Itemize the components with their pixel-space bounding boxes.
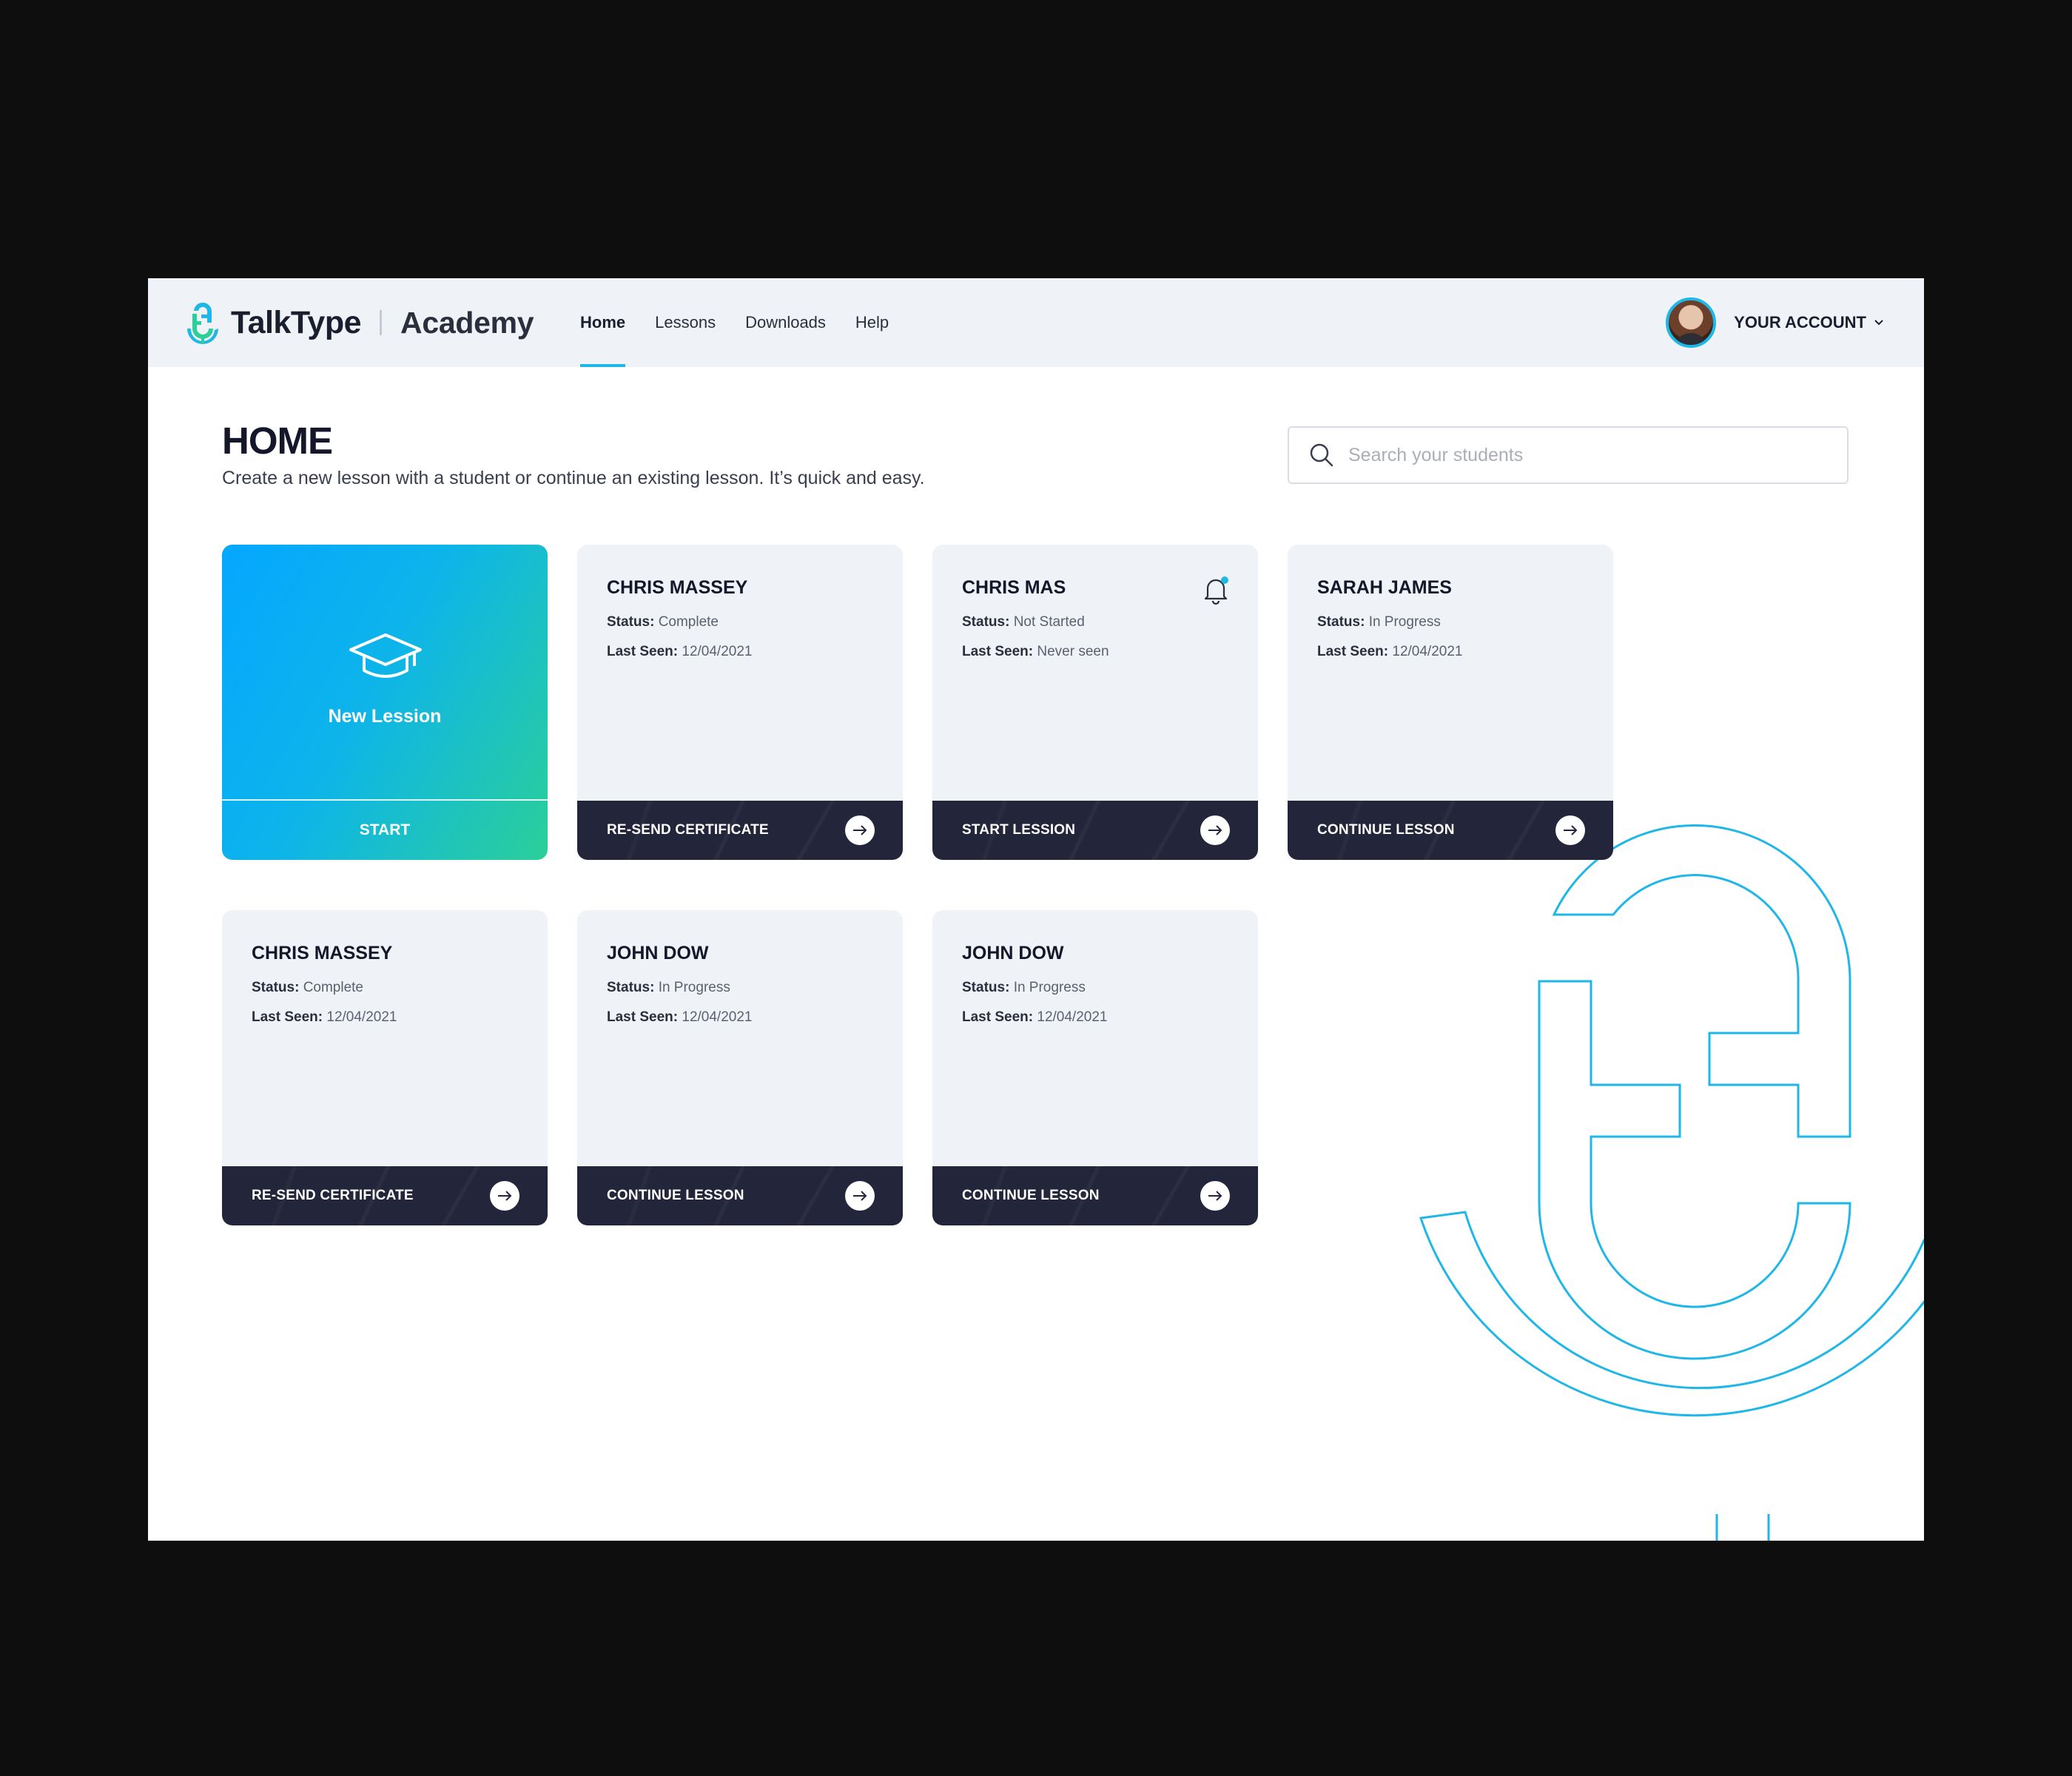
- arrow-right-icon[interactable]: [845, 1181, 875, 1211]
- student-name: SARAH JAMES: [1317, 577, 1452, 598]
- card-action-label: RE-SEND CERTIFICATE: [607, 822, 769, 838]
- student-card: CHRIS MASSEY Status: Complete Last Seen:…: [577, 545, 903, 860]
- last-seen-value: Never seen: [1037, 644, 1109, 659]
- status-value: In Progress: [1013, 980, 1086, 995]
- student-status: Status: Not Started: [962, 614, 1085, 630]
- student-last-seen: Last Seen: 12/04/2021: [607, 644, 752, 660]
- last-seen-label: Last Seen:: [252, 1009, 323, 1025]
- status-value: Complete: [303, 980, 364, 995]
- student-status: Status: In Progress: [962, 980, 1086, 996]
- student-status: Status: In Progress: [1317, 614, 1441, 630]
- brand-name: TalkType: [231, 304, 362, 340]
- arrow-right-icon[interactable]: [490, 1181, 519, 1211]
- student-card: SARAH JAMES Status: In Progress Last See…: [1288, 545, 1613, 860]
- arrow-right-icon[interactable]: [845, 815, 875, 845]
- card-action-button[interactable]: CONTINUE LESSON: [1288, 801, 1613, 860]
- page-subtitle: Create a new lesson with a student or co…: [222, 468, 925, 488]
- start-button[interactable]: START: [222, 801, 548, 860]
- arrow-right-icon[interactable]: [1555, 815, 1585, 845]
- last-seen-value: 12/04/2021: [1037, 1009, 1108, 1025]
- student-card: CHRIS MASSEY Status: Complete Last Seen:…: [222, 910, 548, 1225]
- card-action-label: START LESSION: [962, 822, 1076, 838]
- account-label: YOUR ACCOUNT: [1734, 313, 1866, 332]
- last-seen-label: Last Seen:: [1317, 644, 1389, 659]
- student-last-seen: Last Seen: 12/04/2021: [962, 1009, 1107, 1026]
- chevron-down-icon: [1874, 320, 1883, 326]
- account-menu[interactable]: YOUR ACCOUNT: [1666, 295, 1884, 351]
- card-action-label: RE-SEND CERTIFICATE: [252, 1188, 414, 1203]
- status-value: In Progress: [658, 980, 730, 995]
- status-value: Complete: [658, 614, 719, 630]
- brand[interactable]: TalkType Academy: [185, 297, 534, 348]
- student-card: JOHN DOW Status: In Progress Last Seen: …: [577, 910, 903, 1225]
- main-nav: Home Lessons Downloads Help: [580, 278, 918, 367]
- status-label: Status:: [1317, 614, 1365, 630]
- student-status: Status: Complete: [607, 614, 719, 630]
- student-last-seen: Last Seen: Never seen: [962, 644, 1109, 660]
- student-name: CHRIS MASSEY: [252, 943, 393, 963]
- student-status: Status: Complete: [252, 980, 363, 996]
- student-search[interactable]: [1288, 426, 1849, 484]
- graduation-cap-icon: [349, 633, 422, 678]
- card-action-label: CONTINUE LESSON: [607, 1188, 744, 1203]
- brand-separator: [380, 310, 383, 335]
- new-lesson-label: New Lession: [328, 706, 442, 727]
- arrow-right-icon[interactable]: [1200, 1181, 1230, 1211]
- search-input[interactable]: [1347, 443, 1809, 467]
- nav-home[interactable]: Home: [580, 278, 626, 367]
- top-navigation-bar: TalkType Academy Home Lessons Downloads …: [148, 278, 1924, 367]
- card-action-button[interactable]: START LESSION: [932, 801, 1258, 860]
- card-action-button[interactable]: RE-SEND CERTIFICATE: [577, 801, 903, 860]
- last-seen-label: Last Seen:: [607, 1009, 679, 1025]
- last-seen-value: 12/04/2021: [326, 1009, 397, 1025]
- status-label: Status:: [252, 980, 300, 995]
- status-label: Status:: [962, 980, 1010, 995]
- card-action-label: CONTINUE LESSON: [962, 1188, 1100, 1203]
- last-seen-value: 12/04/2021: [682, 1009, 753, 1025]
- card-action-button[interactable]: CONTINUE LESSON: [932, 1166, 1258, 1225]
- card-action-button[interactable]: RE-SEND CERTIFICATE: [222, 1166, 548, 1225]
- card-action-button[interactable]: CONTINUE LESSON: [577, 1166, 903, 1225]
- card-action-label: CONTINUE LESSON: [1317, 822, 1455, 838]
- talktype-logo-icon: [187, 302, 218, 344]
- status-label: Status:: [607, 614, 655, 630]
- last-seen-value: 12/04/2021: [1392, 644, 1463, 659]
- student-last-seen: Last Seen: 12/04/2021: [252, 1009, 397, 1026]
- student-name: CHRIS MAS: [962, 577, 1066, 598]
- student-name: JOHN DOW: [962, 943, 1064, 963]
- last-seen-value: 12/04/2021: [682, 644, 753, 659]
- search-icon: [1310, 443, 1333, 467]
- student-card: CHRIS MAS Status: Not Started Last Seen:…: [932, 545, 1258, 860]
- student-last-seen: Last Seen: 12/04/2021: [607, 1009, 752, 1026]
- new-lesson-card[interactable]: New Lession START: [222, 545, 548, 860]
- status-value: Not Started: [1013, 614, 1085, 630]
- arrow-right-icon[interactable]: [1200, 815, 1230, 845]
- student-name: CHRIS MASSEY: [607, 577, 748, 598]
- page-title: HOME: [222, 420, 333, 462]
- student-card: JOHN DOW Status: In Progress Last Seen: …: [932, 910, 1258, 1225]
- student-status: Status: In Progress: [607, 980, 730, 996]
- status-label: Status:: [962, 614, 1010, 630]
- last-seen-label: Last Seen:: [607, 644, 679, 659]
- notification-bell-icon[interactable]: [1202, 574, 1230, 605]
- status-label: Status:: [607, 980, 655, 995]
- app-window: TalkType Academy Home Lessons Downloads …: [148, 278, 1924, 1541]
- student-name: JOHN DOW: [607, 943, 709, 963]
- status-value: In Progress: [1368, 614, 1441, 630]
- nav-help[interactable]: Help: [855, 278, 889, 367]
- student-last-seen: Last Seen: 12/04/2021: [1317, 644, 1462, 660]
- brand-product: Academy: [400, 305, 534, 340]
- nav-downloads[interactable]: Downloads: [745, 278, 826, 367]
- background-logo-outline: [1419, 824, 1924, 1541]
- nav-lessons[interactable]: Lessons: [655, 278, 716, 367]
- avatar[interactable]: [1666, 297, 1717, 348]
- last-seen-label: Last Seen:: [962, 644, 1034, 659]
- last-seen-label: Last Seen:: [962, 1009, 1034, 1025]
